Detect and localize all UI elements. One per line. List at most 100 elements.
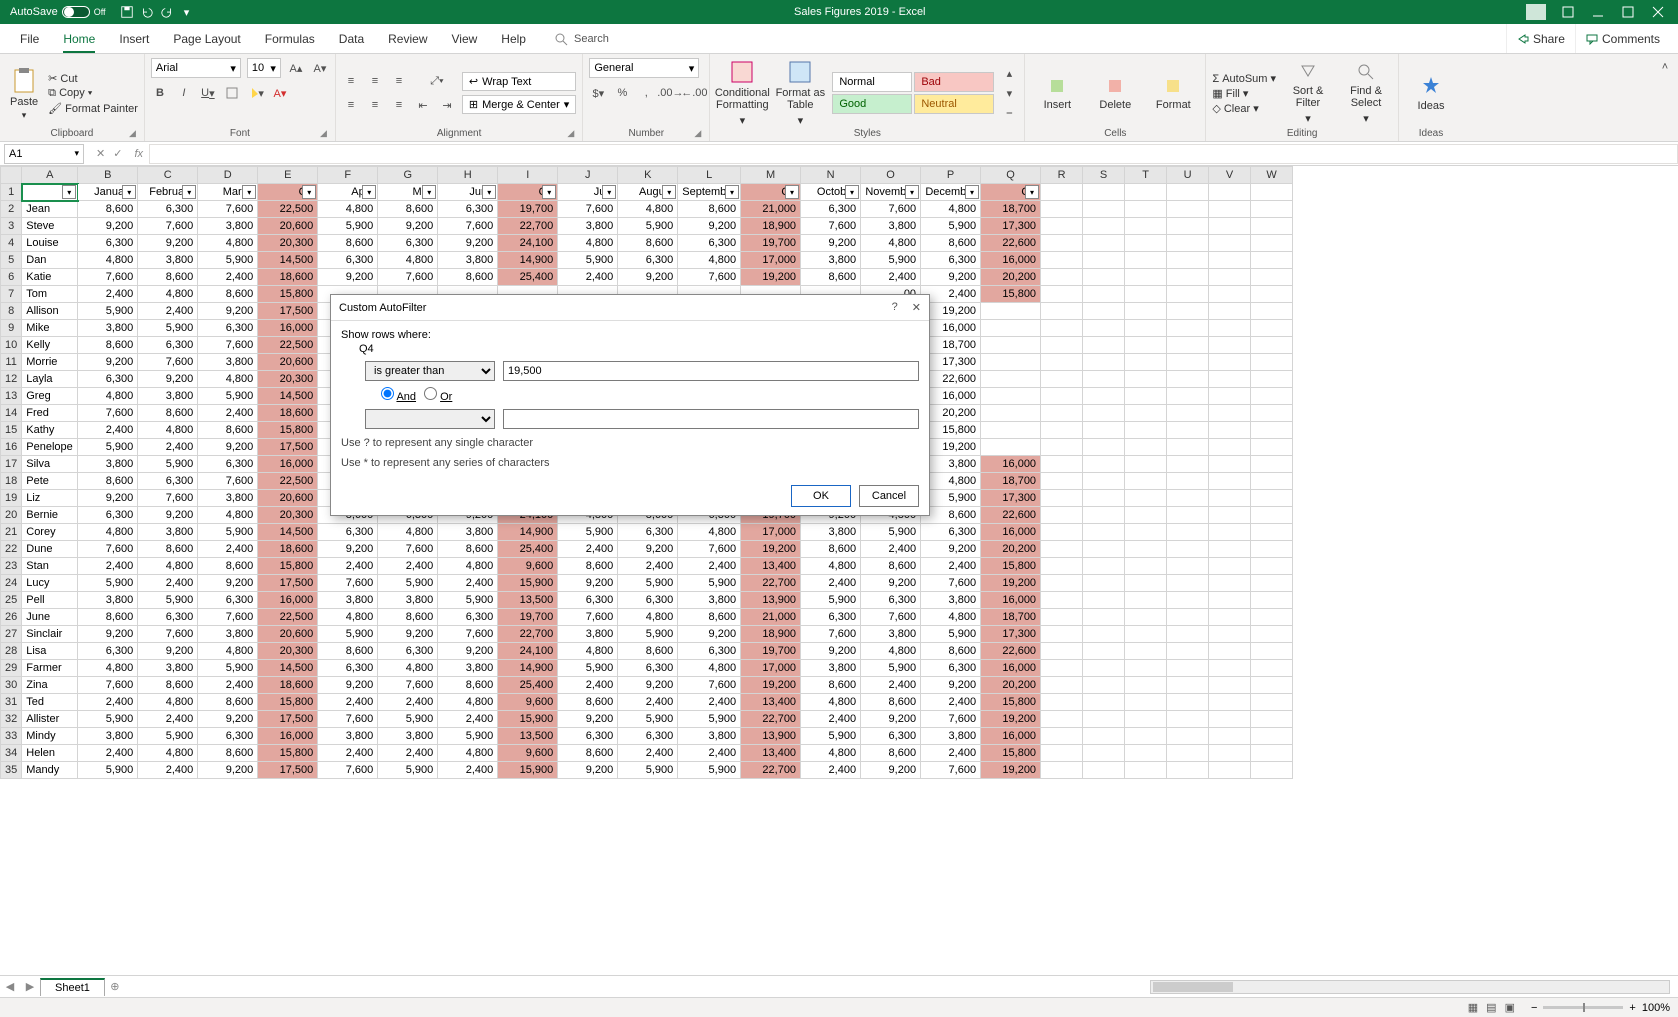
cell[interactable]: April▾ [318, 184, 378, 201]
cell[interactable]: 7,600 [861, 609, 921, 626]
cell[interactable]: 4,800 [78, 388, 138, 405]
cell[interactable]: 9,200 [558, 762, 618, 779]
font-family-select[interactable]: Arial▾ [151, 58, 241, 78]
cell[interactable]: 4,800 [78, 524, 138, 541]
cell[interactable]: 7,600 [378, 269, 438, 286]
cell[interactable]: 3,800 [558, 218, 618, 235]
cell[interactable] [1083, 303, 1125, 320]
cell[interactable]: 9,200 [861, 711, 921, 728]
increase-font-icon[interactable]: A▴ [287, 59, 305, 77]
filter-button[interactable]: ▾ [422, 185, 436, 199]
cell[interactable]: 19,200 [981, 762, 1041, 779]
cell[interactable] [1167, 575, 1209, 592]
cell[interactable]: 3,800 [438, 524, 498, 541]
sheet-tab-sheet1[interactable]: Sheet1 [40, 978, 105, 996]
cell[interactable]: 15,900 [498, 762, 558, 779]
cell[interactable]: 3,800 [921, 592, 981, 609]
cell[interactable]: 3,800 [198, 626, 258, 643]
cell[interactable]: 4,800 [198, 507, 258, 524]
cell[interactable] [1125, 456, 1167, 473]
cell[interactable]: Louise [22, 235, 78, 252]
cell[interactable]: 7,600 [78, 677, 138, 694]
cell[interactable]: Steve [22, 218, 78, 235]
cell[interactable]: 9,200 [78, 354, 138, 371]
cell[interactable] [981, 303, 1041, 320]
cell[interactable]: 21,000 [741, 201, 801, 218]
row-header[interactable]: 9 [1, 320, 22, 337]
column-header[interactable]: K [618, 167, 678, 184]
cell[interactable]: 2,400 [378, 745, 438, 762]
cell[interactable] [1209, 371, 1251, 388]
filter-button[interactable]: ▾ [905, 185, 919, 199]
cell[interactable] [1125, 320, 1167, 337]
cell[interactable] [1209, 456, 1251, 473]
cell[interactable] [1041, 626, 1083, 643]
ribbon-display-icon[interactable] [1560, 4, 1576, 20]
cell[interactable]: 2,400 [318, 558, 378, 575]
cell[interactable]: 15,800 [258, 558, 318, 575]
paste-button[interactable]: Paste ▾ [6, 66, 42, 121]
cell[interactable]: Ted [22, 694, 78, 711]
cell[interactable]: ▾ [22, 184, 78, 201]
filter-button[interactable]: ▾ [122, 185, 136, 199]
cell[interactable]: 7,600 [198, 473, 258, 490]
cell[interactable]: 22,500 [258, 609, 318, 626]
cell[interactable]: 2,400 [78, 558, 138, 575]
cell[interactable]: 5,900 [198, 252, 258, 269]
cell[interactable]: 9,200 [198, 711, 258, 728]
cell[interactable]: 2,400 [198, 269, 258, 286]
cell[interactable] [1167, 320, 1209, 337]
cell[interactable]: 5,900 [861, 252, 921, 269]
cell[interactable]: 20,200 [981, 677, 1041, 694]
cell[interactable] [1167, 541, 1209, 558]
cell[interactable]: 8,600 [78, 337, 138, 354]
cell[interactable]: 13,500 [498, 728, 558, 745]
cell[interactable] [1167, 269, 1209, 286]
cell[interactable]: 19,200 [981, 711, 1041, 728]
cell[interactable]: 13,900 [741, 728, 801, 745]
normal-view-icon[interactable]: ▦ [1468, 1001, 1478, 1014]
row-header[interactable]: 6 [1, 269, 22, 286]
cell[interactable]: 5,900 [138, 320, 198, 337]
cell[interactable]: 3,800 [78, 592, 138, 609]
cell[interactable]: 17,300 [981, 626, 1041, 643]
cell[interactable]: Pell [22, 592, 78, 609]
save-icon[interactable] [120, 5, 134, 19]
cell[interactable] [1167, 422, 1209, 439]
cell[interactable]: 4,800 [558, 643, 618, 660]
column-header[interactable]: R [1041, 167, 1083, 184]
increase-decimal-icon[interactable]: .00→ [661, 84, 679, 102]
accounting-icon[interactable]: $▾ [589, 84, 607, 102]
cell[interactable]: 2,400 [78, 745, 138, 762]
cell[interactable] [1125, 524, 1167, 541]
cell[interactable] [1167, 388, 1209, 405]
row-header[interactable]: 19 [1, 490, 22, 507]
cell[interactable]: 5,900 [861, 660, 921, 677]
cell[interactable]: Allister [22, 711, 78, 728]
decrease-decimal-icon[interactable]: ←.00 [685, 84, 703, 102]
cell[interactable]: 22,700 [498, 218, 558, 235]
cell[interactable]: 18,600 [258, 269, 318, 286]
cell[interactable]: 6,300 [378, 235, 438, 252]
cell[interactable]: 20,300 [258, 235, 318, 252]
cell[interactable]: Mindy [22, 728, 78, 745]
cell[interactable]: 5,900 [618, 575, 678, 592]
value-2-input[interactable] [503, 409, 919, 429]
cell[interactable]: 5,900 [78, 303, 138, 320]
cell[interactable] [1209, 184, 1251, 201]
dialog-launcher-icon[interactable]: ◢ [320, 128, 327, 139]
number-format-select[interactable]: General▾ [589, 58, 699, 78]
cell[interactable]: 19,700 [741, 643, 801, 660]
cell[interactable]: 8,600 [138, 405, 198, 422]
tab-formulas[interactable]: Formulas [253, 24, 327, 53]
cell[interactable] [1083, 745, 1125, 762]
cell[interactable]: 4,800 [378, 524, 438, 541]
cell[interactable]: 13,400 [741, 694, 801, 711]
search-box[interactable]: Search [554, 24, 609, 53]
align-top-icon[interactable]: ≡ [342, 72, 360, 90]
cell[interactable]: 6,300 [558, 592, 618, 609]
cell[interactable]: 15,900 [498, 711, 558, 728]
filter-button[interactable]: ▾ [602, 185, 616, 199]
cell[interactable] [1251, 354, 1293, 371]
cell[interactable]: 19,700 [741, 235, 801, 252]
